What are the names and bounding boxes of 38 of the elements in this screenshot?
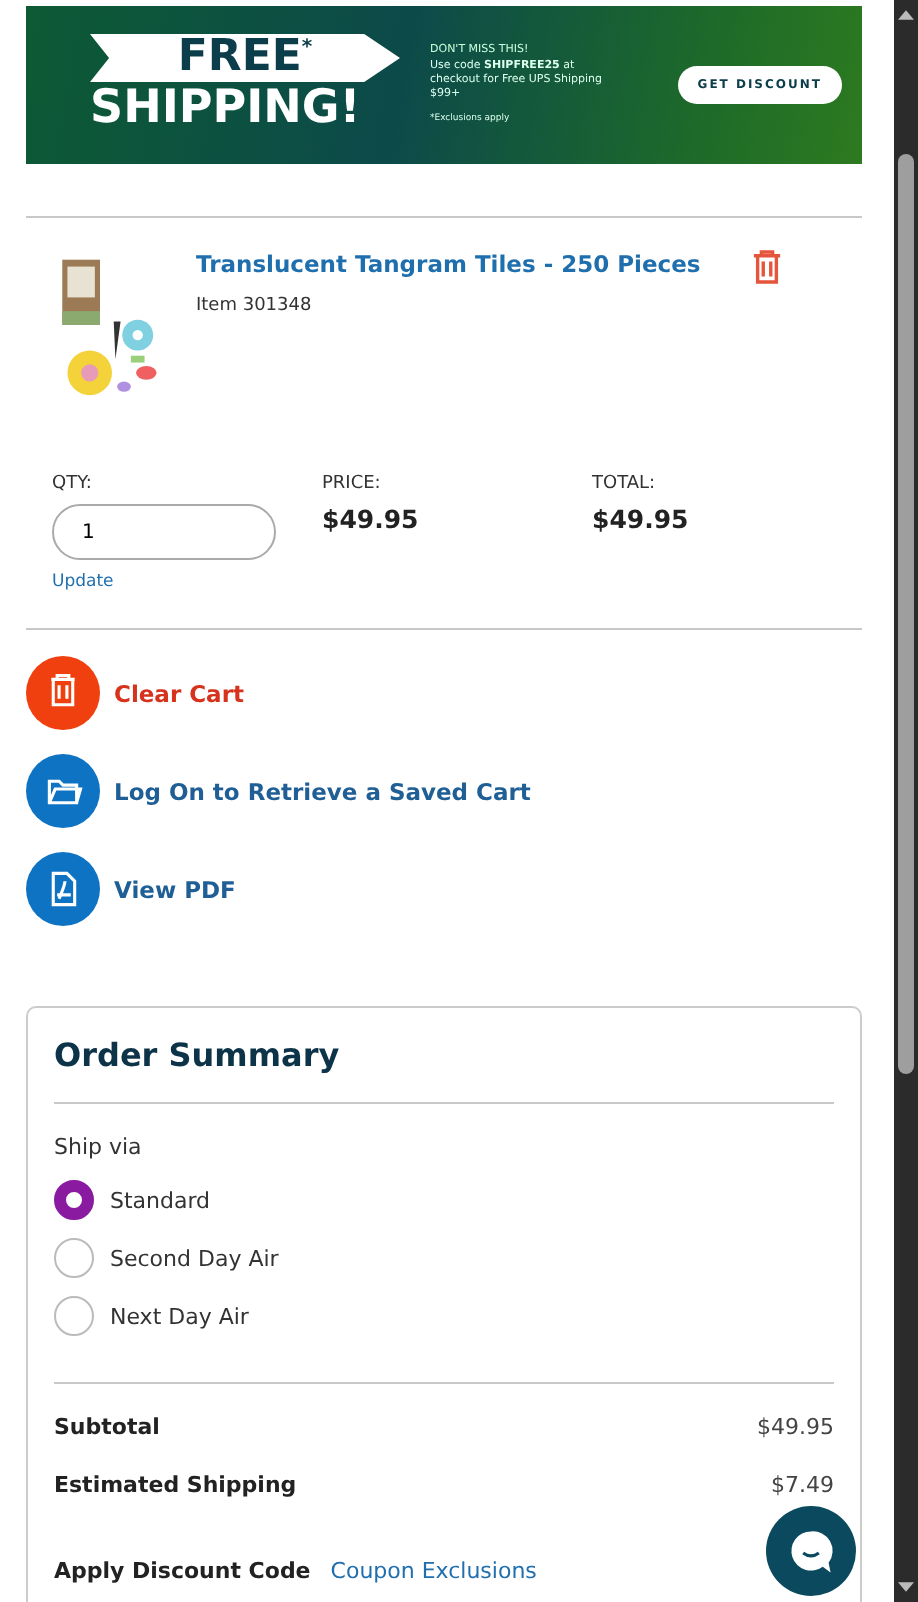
banner-headline: FREE$^{*}$ — [177, 35, 313, 80]
quantity-field[interactable]: 1 — [52, 504, 276, 560]
folder-icon[interactable] — [26, 754, 100, 828]
radio-button[interactable] — [54, 1180, 94, 1220]
summary-line-label: Estimated Shipping — [54, 1472, 297, 1498]
update-link[interactable]: Update — [52, 572, 322, 592]
action-link[interactable]: Clear Cart — [114, 679, 244, 707]
price-label: PRICE: — [322, 474, 383, 494]
trash-icon[interactable] — [26, 656, 100, 730]
summary-line-label: Subtotal — [54, 1414, 160, 1440]
scroll-up-icon[interactable] — [898, 10, 914, 20]
banner-headline: SHIPPING! — [90, 81, 361, 137]
coupon-exclusions-link[interactable]: Coupon Exclusions — [330, 1558, 537, 1584]
summary-title: Order Summary — [54, 1036, 342, 1074]
scrollbar[interactable] — [894, 0, 918, 1602]
total-label: TOTAL: — [592, 474, 658, 494]
price-value: $49.95 — [322, 504, 421, 534]
scroll-down-icon[interactable] — [898, 1582, 914, 1592]
total-value: $49.95 — [592, 504, 691, 534]
action-link[interactable]: View PDF — [114, 875, 236, 903]
summary-line-value: $7.49 — [771, 1472, 834, 1498]
trash-icon[interactable] — [752, 250, 782, 284]
arrow-flag-icon — [90, 33, 400, 82]
document-icon[interactable] — [26, 852, 100, 926]
item-number: Item 301348 — [196, 296, 314, 316]
discount-label: Apply Discount Code — [54, 1558, 311, 1584]
chat-button[interactable] — [766, 1506, 856, 1596]
shipping-option-label: Second Day Air — [110, 1245, 279, 1271]
radio-button[interactable] — [54, 1238, 94, 1278]
ship-via-label: Ship via — [54, 1134, 144, 1160]
product-title-link[interactable]: Translucent Tangram Tiles - 250 Pieces — [196, 250, 728, 278]
shipping-option-label: Standard — [110, 1187, 211, 1213]
scrollbar-thumb[interactable] — [898, 154, 914, 1074]
radio-button[interactable] — [54, 1296, 94, 1336]
qty-label: QTY: — [52, 474, 94, 494]
action-link[interactable]: Log On to Retrieve a Saved Cart — [114, 777, 531, 805]
summary-line-value: $49.95 — [757, 1414, 834, 1440]
shipping-option-label: Next Day Air — [110, 1303, 249, 1329]
